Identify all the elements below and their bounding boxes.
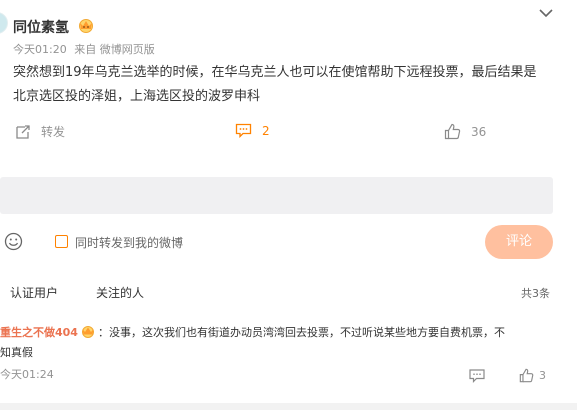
post-username[interactable]: 同位素氢 xyxy=(13,17,69,37)
repost-label: 转发 xyxy=(41,125,66,139)
filter-tab-following[interactable]: 关注的人 xyxy=(96,284,144,301)
repost-checkbox-label[interactable]: 同时转发到我的微博 xyxy=(75,234,183,251)
post-card: 同位素氢 今天01:20 来自 微博网页版 突然想到19年乌克兰选举的时候，在华… xyxy=(0,0,577,403)
post-actions: 转发 2 36 xyxy=(0,123,577,145)
repost-checkbox[interactable] xyxy=(55,235,68,248)
emoji-icon[interactable] xyxy=(4,232,23,251)
filter-tab-verified[interactable]: 认证用户 xyxy=(10,284,58,301)
comment-text-line1: ：没事，这次我们也有街道办动员湾湾回去投票，不过听说某些地方要自费机票，不 xyxy=(97,326,505,339)
comment-time: 今天01:24 xyxy=(0,368,54,381)
comment-input[interactable] xyxy=(0,177,553,214)
comment-item: 重生之不做404 ：没事，这次我们也有街道办动员湾湾回去投票，不过听说某些地方要… xyxy=(0,324,575,340)
like-button[interactable]: 36 xyxy=(444,123,486,140)
avatar[interactable] xyxy=(0,12,8,34)
crown-icon xyxy=(81,326,94,338)
like-count: 36 xyxy=(471,124,487,139)
chevron-down-icon[interactable] xyxy=(537,6,555,20)
post-meta: 今天01:20 来自 微博网页版 xyxy=(13,41,155,57)
comment-username[interactable]: 重生之不做404 xyxy=(0,326,78,339)
like-icon xyxy=(444,123,461,140)
comment-button[interactable]: 2 xyxy=(235,123,270,138)
comment-like-count: 3 xyxy=(539,369,546,382)
page-background xyxy=(0,403,577,410)
repost-icon xyxy=(16,124,30,139)
reply-icon[interactable] xyxy=(469,369,485,383)
comment-text-line2: 知真假 xyxy=(0,346,33,359)
post-source: 来自 微博网页版 xyxy=(74,43,155,56)
submit-comment-button[interactable]: 评论 xyxy=(485,225,553,259)
post-time[interactable]: 今天01:20 xyxy=(13,43,67,56)
comment-count: 2 xyxy=(262,123,270,138)
crown-icon xyxy=(79,19,93,33)
comment-icon xyxy=(235,123,252,138)
comment-like-button[interactable]: 3 xyxy=(519,368,546,383)
like-icon xyxy=(519,368,534,383)
post-content: 突然想到19年乌克兰选举的时候，在华乌克兰人也可以在使馆帮助下远程投票，最后结果… xyxy=(13,65,537,104)
comment-total: 共3条 xyxy=(521,287,550,300)
repost-button[interactable]: 转发 xyxy=(15,123,65,140)
